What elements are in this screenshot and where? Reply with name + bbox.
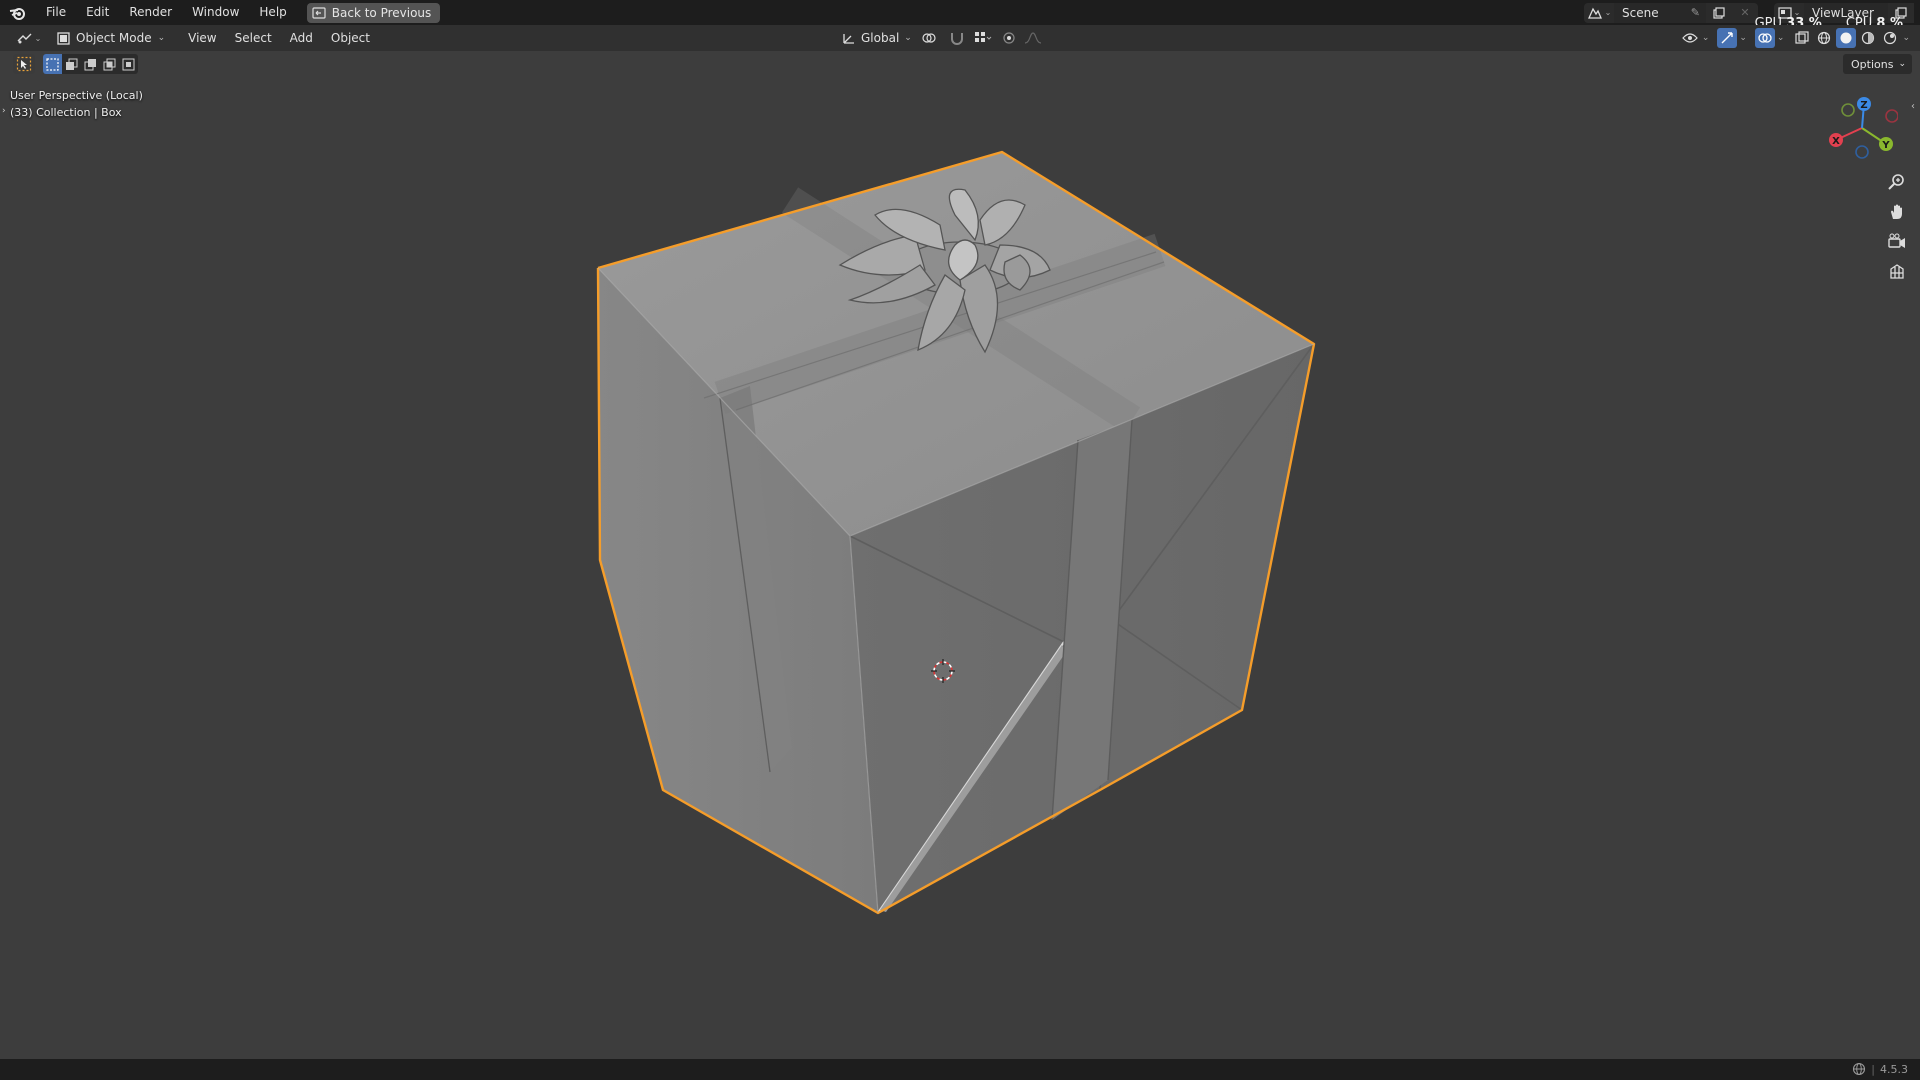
gizmo-y-label: Y — [1881, 140, 1890, 151]
version-info: | 4.5.3 — [1852, 1062, 1908, 1076]
sidebar-toggle-icon[interactable]: ‹ — [1911, 101, 1915, 112]
zoom-icon[interactable] — [1885, 170, 1909, 194]
pan-hand-icon[interactable] — [1885, 200, 1909, 224]
gizmo-x-label: X — [1832, 136, 1840, 147]
network-icon — [1853, 1062, 1866, 1076]
status-bar: | 4.5.3 — [0, 1059, 1920, 1080]
camera-icon[interactable] — [1885, 230, 1909, 254]
gizmo-neg-z[interactable] — [1855, 145, 1869, 159]
gizmo-z-label: Z — [1860, 100, 1867, 111]
3d-cursor-icon[interactable] — [931, 659, 955, 683]
ortho-grid-icon[interactable] — [1885, 260, 1909, 284]
version-number: 4.5.3 — [1880, 1062, 1908, 1076]
gift-box-model[interactable] — [0, 0, 1920, 1080]
gizmo-neg-y[interactable] — [1841, 103, 1855, 117]
gizmo-neg-x[interactable] — [1885, 109, 1898, 123]
navigation-gizmo[interactable]: X Y Z — [1826, 92, 1898, 164]
